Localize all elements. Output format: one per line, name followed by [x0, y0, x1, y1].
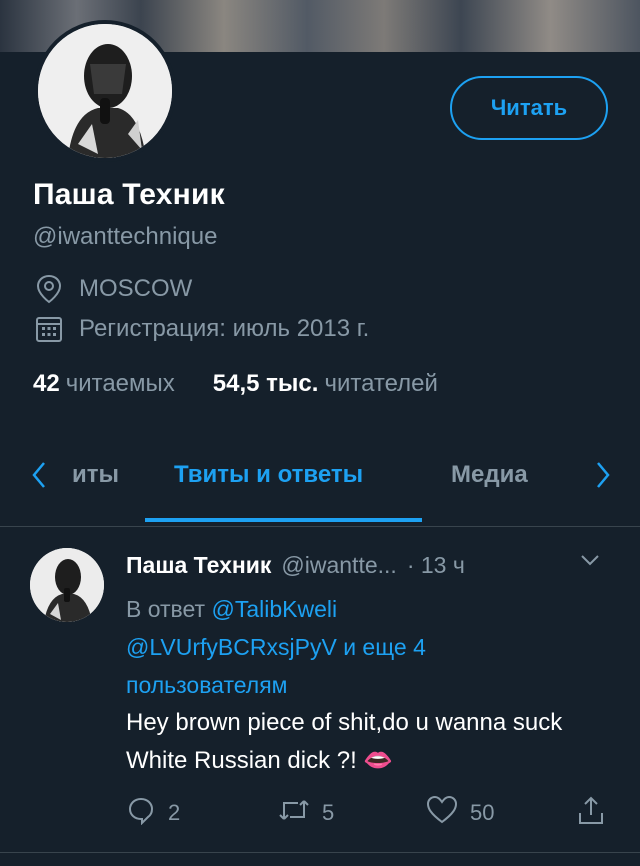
reply-action[interactable]: 2 — [126, 795, 180, 831]
tweet-avatar[interactable] — [30, 548, 104, 622]
location-row: MOSCOW — [33, 273, 192, 305]
tabs-divider — [0, 526, 640, 527]
tweet-header: Паша Техник @iwantte... · 13 ч — [126, 552, 465, 579]
tweet-timestamp[interactable]: · 13 ч — [407, 552, 465, 579]
like-icon[interactable] — [426, 795, 470, 831]
joined-row: Регистрация: июль 2013 г. — [33, 313, 369, 345]
following-stat[interactable]: 42 читаемых — [33, 370, 175, 398]
retweet-action[interactable]: 5 — [278, 795, 334, 831]
like-count: 50 — [470, 800, 495, 825]
follow-button[interactable]: Читать — [450, 76, 608, 140]
followers-label: читателей — [324, 370, 438, 397]
reply-mention-1[interactable]: @TalibKweli — [211, 596, 337, 622]
like-action[interactable]: 50 — [426, 795, 494, 831]
reply-prefix: В ответ — [126, 596, 206, 622]
following-count: 42 — [33, 370, 60, 397]
reply-more-2[interactable]: пользователям — [126, 672, 287, 698]
retweet-count: 5 — [322, 800, 335, 825]
calendar-icon — [33, 313, 65, 345]
share-icon[interactable] — [576, 795, 618, 833]
reply-icon[interactable] — [126, 795, 168, 831]
reply-mention-2[interactable]: @LVUrfyBCRxsjPyV — [126, 634, 337, 660]
location-text: MOSCOW — [79, 275, 193, 302]
profile-avatar[interactable] — [34, 20, 176, 162]
tweet-author-handle[interactable]: @iwantte... — [281, 552, 396, 579]
chevron-left-icon[interactable] — [30, 460, 48, 495]
followers-count: 54,5 тыс. — [212, 370, 319, 397]
reply-more-1[interactable]: и еще 4 — [343, 634, 426, 660]
reply-count: 2 — [168, 800, 181, 825]
tab-tweets[interactable]: иты — [72, 461, 119, 489]
location-icon — [33, 273, 65, 305]
retweet-icon[interactable] — [278, 795, 322, 831]
tab-tweets-replies[interactable]: Твиты и ответы — [174, 461, 363, 489]
chevron-right-icon[interactable] — [594, 460, 612, 495]
profile-handle: @iwanttechnique — [33, 223, 218, 250]
reply-context: В ответ @TalibKweli @LVUrfyBCRxsjPyV и е… — [126, 590, 596, 704]
profile-name: Паша Техник — [33, 178, 225, 211]
follow-stats: 42 читаемых 54,5 тыс. читателей — [33, 370, 438, 398]
tab-media[interactable]: Медиа — [451, 461, 528, 489]
followers-stat[interactable]: 54,5 тыс. читателей — [213, 370, 438, 398]
following-label: читаемых — [65, 370, 175, 397]
tweet-author-name[interactable]: Паша Техник — [126, 552, 271, 579]
tweet-text: Hey brown piece of shit,do u wanna suck … — [126, 709, 563, 774]
caret-down-icon[interactable] — [578, 552, 602, 573]
profile-tabs: иты Твиты и ответы Медиа — [0, 448, 640, 526]
share-action[interactable] — [576, 795, 618, 833]
joined-text: Регистрация: июль 2013 г. — [79, 315, 370, 342]
active-tab-indicator — [145, 518, 422, 522]
tweet-divider — [0, 852, 640, 853]
